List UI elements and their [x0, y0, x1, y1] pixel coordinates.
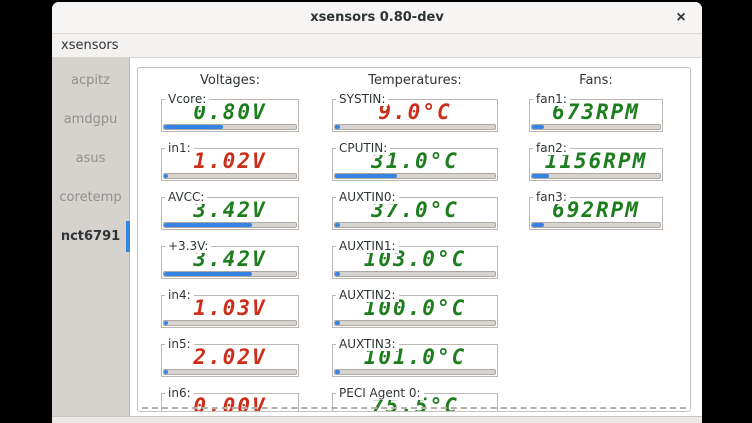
progress-fill	[164, 272, 252, 276]
close-icon[interactable]: ×	[668, 2, 694, 33]
progress-fill	[335, 125, 340, 129]
progress-fill	[532, 174, 549, 178]
sensor-progressbar	[334, 320, 496, 326]
scroll-undershoot-indicator	[142, 407, 686, 409]
sensor-3v3: +3.3V: 3.42V	[161, 239, 299, 279]
sensor-fan3: fan3: 692RPM	[529, 190, 663, 230]
notebook: acpitz amdgpu asus coretemp nct6791 Volt…	[52, 58, 702, 417]
window-title: xsensors 0.80-dev	[52, 2, 702, 33]
tab-acpitz[interactable]: acpitz	[52, 61, 129, 100]
sensor-progressbar	[334, 124, 496, 130]
sensor-label: in6:	[165, 386, 194, 400]
tab-nct6791[interactable]: nct6791	[52, 217, 129, 256]
sensor-in5: in5: 2.02V	[161, 337, 299, 377]
sensor-label: in4:	[165, 288, 194, 302]
active-tab-indicator	[126, 221, 130, 252]
sensor-label: AUXTIN2:	[336, 288, 399, 302]
sensor-in4: in4: 1.03V	[161, 288, 299, 328]
progress-fill	[335, 174, 397, 178]
sensor-in1: in1: 1.02V	[161, 141, 299, 181]
sensor-auxtin1: AUXTIN1: 103.0°C	[332, 239, 498, 279]
sensor-cputin: CPUTIN: 31.0°C	[332, 141, 498, 181]
progress-fill	[164, 321, 168, 325]
progress-fill	[335, 272, 340, 276]
sensor-label: fan1:	[533, 92, 570, 106]
tab-label: nct6791	[61, 229, 120, 244]
menubar: xsensors	[52, 34, 702, 58]
sensor-label: fan2:	[533, 141, 570, 155]
progress-fill	[532, 125, 544, 129]
sensor-label: AUXTIN0:	[336, 190, 399, 204]
sensor-label: fan3:	[533, 190, 570, 204]
sensors-scroll-area[interactable]: Voltages: Vcore: 0.80V in1: 1.02V	[137, 67, 691, 412]
progress-fill	[164, 370, 168, 374]
sensor-vcore: Vcore: 0.80V	[161, 92, 299, 132]
sensor-label: AVCC:	[165, 190, 207, 204]
progress-fill	[164, 174, 168, 178]
tab-amdgpu[interactable]: amdgpu	[52, 100, 129, 139]
sensor-progressbar	[531, 124, 661, 130]
sensor-auxtin2: AUXTIN2: 100.0°C	[332, 288, 498, 328]
sensor-label: +3.3V:	[165, 239, 211, 253]
sensor-fan2: fan2: 1156RPM	[529, 141, 663, 181]
sensor-progressbar	[163, 320, 297, 326]
window-bottom-edge	[52, 416, 702, 423]
sensor-avcc: AVCC: 3.42V	[161, 190, 299, 230]
sensor-systin: SYSTIN: 9.0°C	[332, 92, 498, 132]
sensor-label: SYSTIN:	[336, 92, 388, 106]
titlebar[interactable]: xsensors 0.80-dev ×	[52, 2, 702, 34]
fans-column: Fans: fan1: 673RPM fan2: 1156RPM	[529, 68, 663, 411]
progress-fill	[532, 223, 544, 227]
progress-fill	[335, 370, 340, 374]
sensor-label: PECI Agent 0:	[336, 386, 424, 400]
menu-xsensors[interactable]: xsensors	[52, 34, 128, 57]
sensor-auxtin3: AUXTIN3: 101.0°C	[332, 337, 498, 377]
temperatures-column: Temperatures: SYSTIN: 9.0°C CPUTIN: 3	[332, 68, 498, 411]
voltages-column: Voltages: Vcore: 0.80V in1: 1.02V	[161, 68, 299, 411]
sensor-label: in1:	[165, 141, 194, 155]
progress-fill	[335, 223, 340, 227]
sensor-progressbar	[163, 271, 297, 277]
sensor-progressbar	[334, 271, 496, 277]
sensor-progressbar	[334, 173, 496, 179]
voltages-header: Voltages:	[161, 73, 299, 88]
sensor-auxtin0: AUXTIN0: 37.0°C	[332, 190, 498, 230]
sensor-progressbar	[334, 222, 496, 228]
sensor-label: in5:	[165, 337, 194, 351]
notebook-page-nct6791: Voltages: Vcore: 0.80V in1: 1.02V	[131, 58, 702, 417]
sensor-progressbar	[163, 369, 297, 375]
sensor-label: AUXTIN3:	[336, 337, 399, 351]
sensor-progressbar	[531, 222, 661, 228]
sensor-label: CPUTIN:	[336, 141, 390, 155]
temperatures-header: Temperatures:	[332, 73, 498, 88]
tab-coretemp[interactable]: coretemp	[52, 178, 129, 217]
sensor-progressbar	[163, 222, 297, 228]
progress-fill	[164, 223, 252, 227]
xsensors-window: xsensors 0.80-dev × xsensors acpitz amdg…	[52, 2, 702, 423]
sensor-progressbar	[163, 173, 297, 179]
progress-fill	[164, 125, 223, 129]
sensor-progressbar	[334, 369, 496, 375]
sensor-progressbar	[531, 173, 661, 179]
sensor-chip-tabs: acpitz amdgpu asus coretemp nct6791	[52, 58, 130, 417]
desktop: xsensors 0.80-dev × xsensors acpitz amdg…	[0, 0, 752, 423]
progress-fill	[335, 321, 340, 325]
sensor-progressbar	[163, 124, 297, 130]
tab-asus[interactable]: asus	[52, 139, 129, 178]
sensor-fan1: fan1: 673RPM	[529, 92, 663, 132]
fans-header: Fans:	[529, 73, 663, 88]
sensor-label: Vcore:	[165, 92, 209, 106]
sensor-label: AUXTIN1:	[336, 239, 399, 253]
